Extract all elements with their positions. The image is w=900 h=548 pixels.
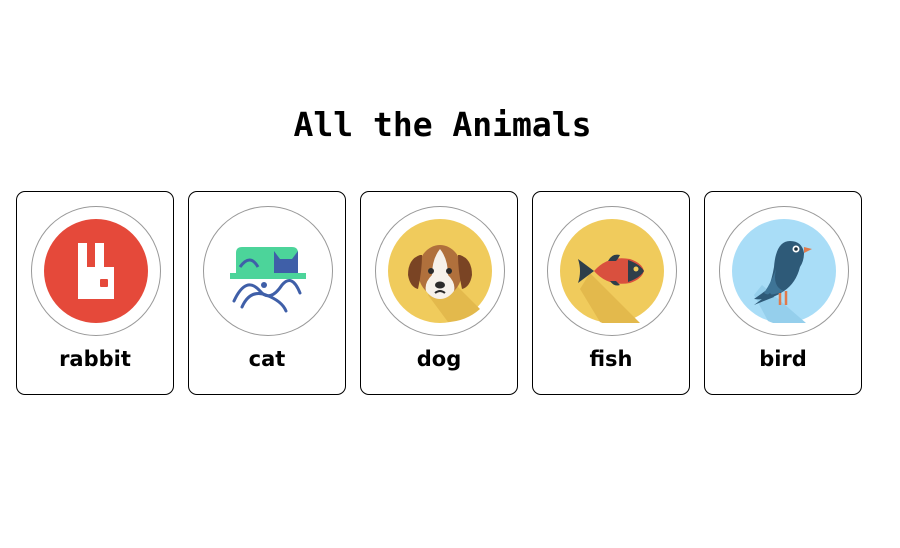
bird-icon <box>732 219 836 323</box>
cat-icon <box>216 219 320 323</box>
animal-label: rabbit <box>59 347 131 371</box>
animal-card-list: rabbit cat dog fish bird <box>16 191 862 395</box>
animal-label: dog <box>416 347 462 371</box>
rabbit-icon <box>44 219 148 323</box>
animal-label: fish <box>589 347 633 371</box>
avatar <box>375 206 505 336</box>
animal-card-rabbit[interactable]: rabbit <box>16 191 174 395</box>
dog-icon <box>388 219 492 323</box>
animal-label: cat <box>248 347 286 371</box>
animal-card-cat[interactable]: cat <box>188 191 346 395</box>
avatar <box>203 206 333 336</box>
fish-icon <box>560 219 664 323</box>
animal-card-bird[interactable]: bird <box>704 191 862 395</box>
animal-card-fish[interactable]: fish <box>532 191 690 395</box>
avatar <box>547 206 677 336</box>
animal-label: bird <box>759 347 807 371</box>
avatar <box>31 206 161 336</box>
avatar <box>719 206 849 336</box>
animal-card-dog[interactable]: dog <box>360 191 518 395</box>
page-title: All the Animals <box>293 105 592 144</box>
